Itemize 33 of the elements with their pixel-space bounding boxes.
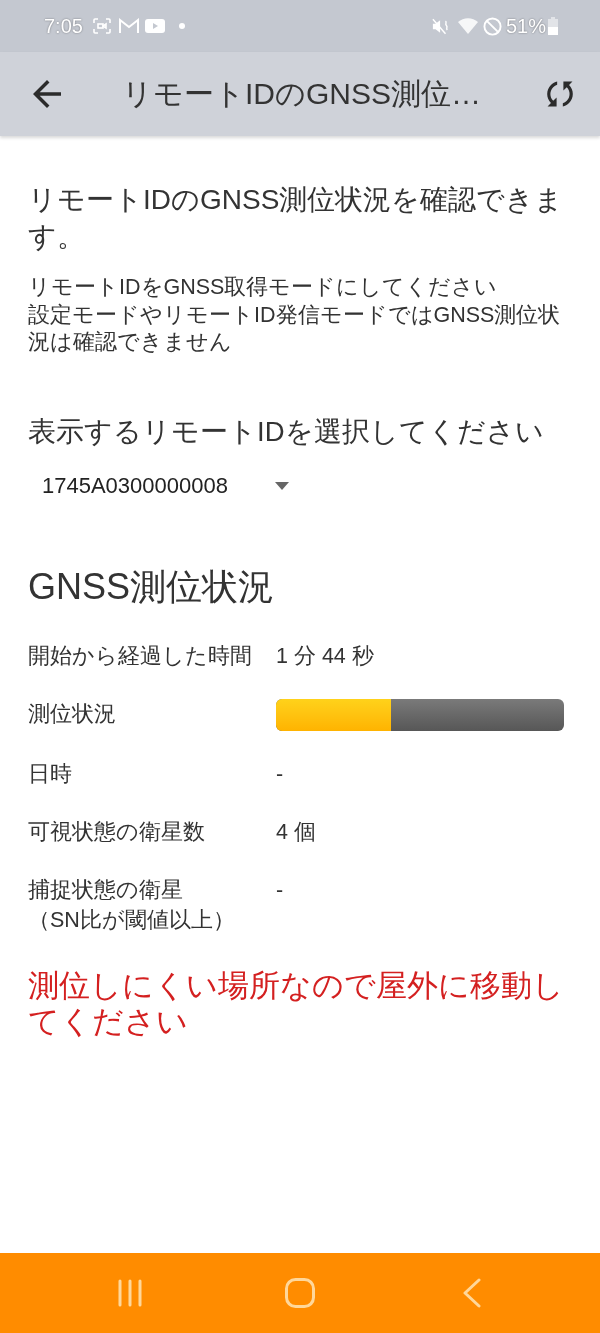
caret-icon [274,481,289,490]
home-icon[interactable] [285,1278,315,1308]
screen-record-icon [92,18,111,34]
back-arrow-icon[interactable] [33,80,61,108]
status-time: 7:05 [44,14,83,38]
battery-icon [548,17,558,35]
row-label: 可視状態の衛星数 [28,818,206,846]
intro-note: リモートIDをGNSS取得モードにしてください [28,274,499,301]
screen-title: リモートIDのGNSS測位… [122,76,482,112]
row-value: - [276,760,284,788]
battery-percent: 51% [505,14,546,38]
row-value: - [276,876,284,904]
wifi-icon [456,17,479,35]
row-value: 1 分 44 秒 [276,642,374,670]
warning-message: 測位しにくい場所なので屋外に移動してください [28,967,564,1040]
select-label: 表示するリモートIDを選択してください [28,414,545,449]
row-value: 4 個 [276,818,316,846]
mute-icon [431,17,450,35]
row-label: 日時 [28,760,73,788]
device-dropdown[interactable]: 1745A0300000008 [28,461,297,510]
section-heading: GNSS測位状況 [28,564,276,609]
notification-dot-icon [178,23,185,29]
row-label: 捕捉状態の衛星 [28,876,184,904]
back-icon[interactable] [463,1278,481,1308]
row-label: （SN比が閾値以上） [28,906,236,934]
intro-heading: リモートIDのGNSS測位状況を確認できます。 [28,183,564,254]
intro-note: 設定モードやリモートID発信モードではGNSS測位状況は確認できません [28,301,562,356]
blocked-icon [482,16,502,36]
row-label: 開始から経過した時間 [28,642,253,670]
row-label: 測位状況 [28,700,117,728]
recent-apps-icon[interactable] [117,1279,143,1307]
mail-icon [118,18,139,34]
video-play-icon [144,19,165,33]
